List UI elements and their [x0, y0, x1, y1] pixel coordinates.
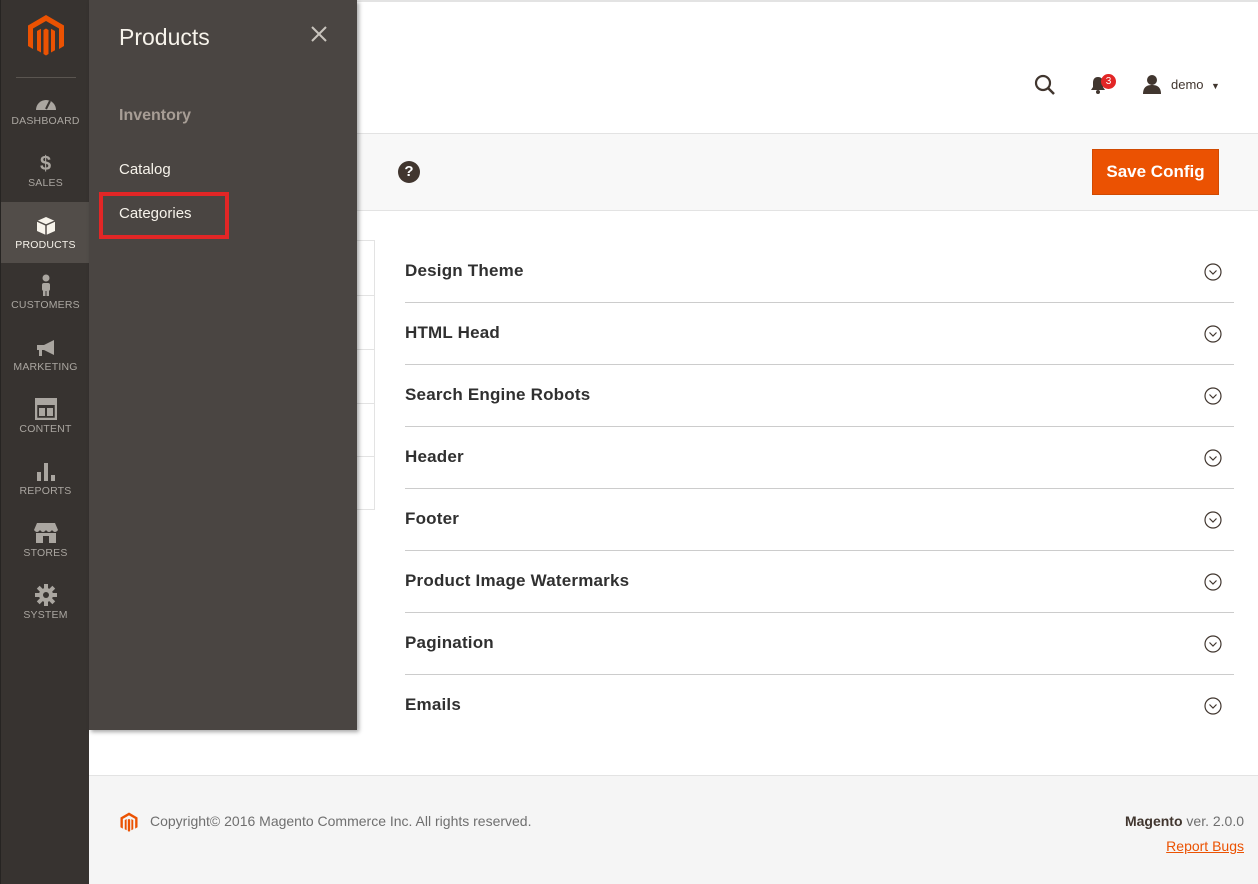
submenu-section-inventory: Inventory — [119, 107, 192, 124]
store-icon — [1, 522, 90, 546]
chevron-down-icon — [1204, 449, 1222, 467]
sidebar-item-label: MARKETING — [13, 361, 78, 373]
section-title: HTML Head — [405, 323, 500, 342]
submenu-link-catalog[interactable]: Catalog — [119, 161, 171, 178]
sidebar-divider — [16, 77, 76, 78]
section-footer[interactable]: Footer — [405, 489, 1234, 551]
section-title: Search Engine Robots — [405, 385, 591, 404]
section-title: Emails — [405, 695, 462, 714]
box-icon — [1, 214, 90, 238]
section-title: Header — [405, 447, 464, 466]
section-pagination[interactable]: Pagination — [405, 613, 1234, 675]
sidebar-item-label: CONTENT — [19, 423, 72, 435]
sidebar-item-customers[interactable]: CUSTOMERS — [1, 274, 90, 336]
section-title: Product Image Watermarks — [405, 571, 630, 590]
layout-icon — [1, 397, 90, 422]
section-emails[interactable]: Emails — [405, 675, 1234, 737]
submenu-title: Products — [119, 24, 210, 50]
gear-icon — [1, 584, 90, 608]
section-title: Pagination — [405, 633, 494, 652]
user-icon[interactable] — [1142, 74, 1162, 94]
sidebar-item-marketing[interactable]: MARKETING — [1, 336, 90, 398]
chevron-down-icon — [1204, 387, 1222, 405]
section-design-theme[interactable]: Design Theme — [405, 241, 1234, 303]
dashboard-icon — [1, 90, 90, 114]
chevron-down-icon — [1204, 325, 1222, 343]
section-header[interactable]: Header — [405, 427, 1234, 489]
magento-logo-icon — [120, 812, 138, 832]
sidebar-item-label: DASHBOARD — [11, 115, 80, 127]
bar-chart-icon — [1, 460, 90, 484]
chevron-down-icon[interactable]: ▼ — [1211, 81, 1220, 91]
section-title: Footer — [405, 509, 460, 528]
close-icon[interactable] — [307, 22, 331, 46]
products-submenu: Products Inventory Catalog Categories — [89, 0, 357, 730]
report-bugs-link[interactable]: Report Bugs — [1166, 838, 1244, 854]
megaphone-icon — [1, 336, 90, 360]
user-menu-name[interactable]: demo — [1171, 77, 1204, 92]
sidebar-item-system[interactable]: SYSTEM — [1, 584, 90, 646]
chevron-down-icon — [1204, 573, 1222, 591]
highlight-box — [99, 192, 229, 239]
chevron-down-icon — [1204, 697, 1222, 715]
page-footer — [89, 775, 1258, 884]
version-text: Magento ver. 2.0.0 — [1125, 813, 1244, 829]
sidebar-item-label: SALES — [28, 177, 63, 189]
header-top-border — [357, 0, 1258, 2]
section-html-head[interactable]: HTML Head — [405, 303, 1234, 365]
version-number: ver. 2.0.0 — [1182, 813, 1244, 829]
sidebar-item-dashboard[interactable]: DASHBOARD — [1, 90, 90, 152]
chevron-down-icon — [1204, 263, 1222, 281]
sidebar-item-label: SYSTEM — [23, 609, 68, 621]
search-icon[interactable] — [1034, 74, 1056, 96]
save-config-button[interactable]: Save Config — [1092, 149, 1219, 195]
chevron-down-icon — [1204, 511, 1222, 529]
brand-name: Magento — [1124, 813, 1183, 829]
dollar-icon: $ — [39, 153, 52, 175]
copyright-text: Copyright© 2016 Magento Commerce Inc. Al… — [150, 813, 532, 829]
chevron-down-icon — [1204, 635, 1222, 653]
sidebar-item-label: STORES — [23, 547, 68, 559]
config-sections: Design Theme HTML Head Search Engine Rob… — [405, 241, 1234, 737]
notification-count-badge: 3 — [1101, 74, 1116, 89]
sidebar-item-label: CUSTOMERS — [11, 299, 80, 311]
sidebar-item-products[interactable]: PRODUCTS — [1, 202, 90, 263]
sidebar-item-label: PRODUCTS — [15, 239, 76, 251]
person-icon — [1, 274, 90, 298]
section-product-image-watermarks[interactable]: Product Image Watermarks — [405, 551, 1234, 613]
admin-sidebar: DASHBOARD $ SALES PRODUCTS CUSTOMERS MAR… — [0, 0, 90, 884]
sidebar-item-stores[interactable]: STORES — [1, 522, 90, 584]
help-icon[interactable]: ? — [398, 161, 420, 183]
section-search-engine-robots[interactable]: Search Engine Robots — [405, 365, 1234, 427]
sidebar-item-content[interactable]: CONTENT — [1, 397, 90, 460]
sidebar-item-reports[interactable]: REPORTS — [1, 460, 90, 522]
magento-logo-icon[interactable] — [27, 14, 65, 56]
section-title: Design Theme — [405, 261, 524, 280]
sidebar-item-label: REPORTS — [19, 485, 72, 497]
